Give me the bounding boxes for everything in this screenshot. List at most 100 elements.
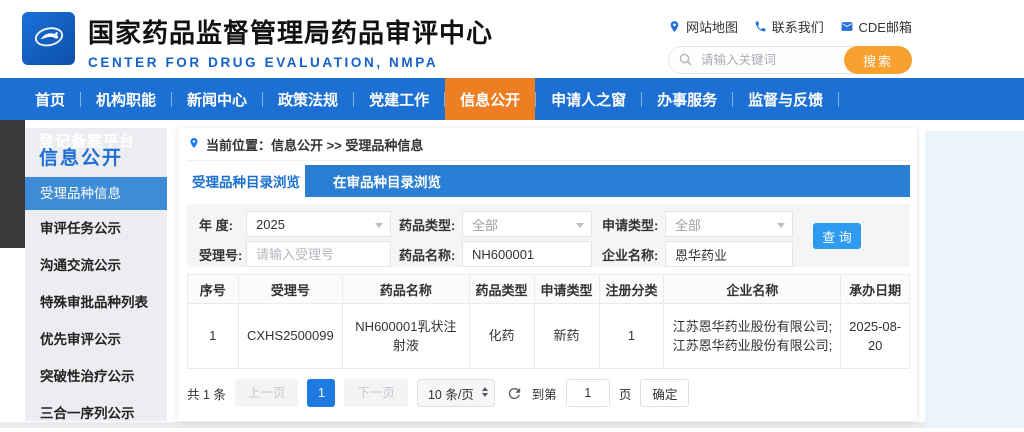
nav-item-services[interactable]: 办事服务: [642, 78, 732, 120]
results-table: 序号 受理号 药品名称 药品类型 申请类型 注册分类 企业名称 承办日期 1 C…: [187, 274, 910, 369]
nav-item-home[interactable]: 首页: [20, 78, 80, 120]
sidebar: 登记备案平台 信息公开 受理品种信息 审评任务公示 沟通交流公示 特殊审批品种列…: [25, 128, 167, 421]
right-background: [925, 131, 1024, 428]
chevron-down-icon: [375, 223, 383, 228]
mail-icon: [840, 20, 854, 33]
tab-bar: 受理品种目录浏览 在审品种目录浏览: [187, 165, 910, 197]
sidebar-item-review-tasks[interactable]: 审评任务公示: [25, 210, 167, 247]
cell-reg-class: 1: [598, 303, 665, 369]
nav-item-applicant-window[interactable]: 申请人之窗: [536, 78, 641, 120]
sitemap-link[interactable]: 网站地图: [668, 17, 738, 36]
breadcrumb: 当前位置：信息公开 >> 受理品种信息: [187, 128, 910, 161]
sidebar-menu: 受理品种信息 审评任务公示 沟通交流公示 特殊审批品种列表 优先审评公示 突破性…: [25, 177, 167, 432]
drug-name-input[interactable]: [462, 241, 592, 267]
accept-no-input[interactable]: [246, 241, 391, 267]
year-label: 年 度:: [199, 217, 233, 233]
page-number-1[interactable]: 1: [307, 379, 336, 407]
goto-label: 到第: [531, 387, 557, 402]
col-header-accept-no: 受理号: [237, 274, 344, 304]
nav-separator: [838, 91, 840, 107]
sitemap-label: 网站地图: [686, 20, 739, 35]
drug-type-label: 药品类型:: [399, 217, 456, 233]
site-header: 国家药品监督管理局药品审评中心 CENTER FOR DRUG EVALUATI…: [0, 0, 1024, 78]
total-count: 共 1 条: [187, 387, 226, 402]
filter-panel: 年 度: 2025 药品类型: 全部 申请类型: 全部 受理号: 请输入受理号 …: [187, 204, 910, 267]
breadcrumb-pin-icon: [188, 137, 200, 152]
nav-item-party[interactable]: 党建工作: [354, 78, 444, 120]
cell-drug-type: 化药: [468, 303, 535, 369]
site-title: 国家药品监督管理局药品审评中心: [88, 18, 494, 48]
table-row: 1 CXHS2500099 NH600001乳状注射液 化药 新药 1 江苏恩华…: [187, 303, 910, 369]
chevron-down-icon: [576, 223, 584, 228]
accept-no-label: 受理号:: [199, 247, 243, 263]
sidebar-item-accepted-varieties[interactable]: 受理品种信息: [25, 177, 167, 210]
tab-accepted-catalog[interactable]: 受理品种目录浏览: [187, 165, 305, 197]
company-label: 企业名称:: [602, 247, 659, 263]
left-dark-strip: [0, 120, 25, 248]
page-size-select[interactable]: 10 条/页: [416, 379, 495, 407]
year-select[interactable]: 2025: [246, 211, 391, 237]
contact-label: 联系我们: [771, 20, 824, 35]
sidebar-item-special-approval[interactable]: 特殊审批品种列表: [25, 284, 167, 321]
tab-under-review-catalog[interactable]: 在审品种目录浏览: [305, 165, 469, 197]
apply-type-select[interactable]: 全部: [665, 211, 793, 237]
drug-name-label: 药品名称:: [399, 247, 456, 263]
header-links: 网站地图 联系我们 CDE邮箱: [668, 17, 912, 36]
company-input[interactable]: [665, 241, 793, 267]
year-value: 2025: [256, 216, 285, 232]
table-header-row: 序号 受理号 药品名称 药品类型 申请类型 注册分类 企业名称 承办日期: [187, 274, 910, 304]
cde-mail-label: CDE邮箱: [858, 20, 912, 35]
cde-logo[interactable]: [22, 12, 75, 65]
next-page-button[interactable]: 下一页: [344, 379, 408, 407]
refresh-icon[interactable]: [506, 385, 523, 402]
updown-arrows-icon: [481, 387, 488, 397]
main-content-card: 当前位置：信息公开 >> 受理品种信息 受理品种目录浏览 在审品种目录浏览 年 …: [178, 128, 917, 421]
goto-page-input[interactable]: [565, 379, 610, 407]
col-header-date: 承办日期: [840, 274, 910, 304]
cell-seq: 1: [187, 303, 239, 369]
sidebar-item-priority-review[interactable]: 优先审评公示: [25, 321, 167, 358]
cell-date: 2025-08-20: [840, 303, 910, 369]
sidebar-overlay-title: 登记备案平台: [39, 133, 136, 150]
phone-icon: [754, 20, 767, 33]
site-subtitle: CENTER FOR DRUG EVALUATION, NMPA: [88, 55, 439, 70]
col-header-drug-name: 药品名称: [342, 274, 470, 304]
col-header-company: 企业名称: [663, 274, 842, 304]
pagination: 共 1 条 上一页 1 下一页 10 条/页 到第 页 确定: [187, 379, 910, 407]
cell-apply-type: 新药: [533, 303, 600, 369]
header-search: 搜索: [668, 46, 912, 74]
query-button[interactable]: 查 询: [813, 223, 861, 249]
cell-drug-name: NH600001乳状注射液: [342, 303, 470, 369]
drug-type-select[interactable]: 全部: [462, 211, 592, 237]
sidebar-item-three-in-one[interactable]: 三合一序列公示: [25, 395, 167, 432]
nav-item-news[interactable]: 新闻中心: [172, 78, 262, 120]
page-size-value: 10 条/页: [427, 387, 474, 402]
chevron-down-icon: [777, 223, 785, 228]
drug-type-value: 全部: [472, 217, 499, 233]
sidebar-item-breakthrough-therapy[interactable]: 突破性治疗公示: [25, 358, 167, 395]
cell-company: 江苏恩华药业股份有限公司;江苏恩华药业股份有限公司;: [663, 303, 842, 369]
col-header-seq: 序号: [187, 274, 239, 304]
cell-accept-no: CXHS2500099: [237, 303, 344, 369]
breadcrumb-text: 当前位置：信息公开 >> 受理品种信息: [206, 137, 424, 153]
apply-type-label: 申请类型:: [602, 217, 659, 233]
col-header-reg-class: 注册分类: [598, 274, 665, 304]
nav-item-functions[interactable]: 机构职能: [81, 78, 171, 120]
sidebar-item-communication[interactable]: 沟通交流公示: [25, 247, 167, 284]
nav-item-policies[interactable]: 政策法规: [263, 78, 353, 120]
search-button[interactable]: 搜索: [844, 46, 912, 74]
page-unit-label: 页: [618, 387, 632, 402]
contact-link[interactable]: 联系我们: [754, 17, 824, 36]
swan-logo-icon: [29, 16, 69, 61]
nav-item-info-disclosure[interactable]: 信息公开: [445, 78, 536, 120]
apply-type-value: 全部: [675, 217, 702, 233]
col-header-apply-type: 申请类型: [533, 274, 600, 304]
confirm-button[interactable]: 确定: [640, 379, 690, 407]
cde-mail-link[interactable]: CDE邮箱: [840, 17, 912, 36]
col-header-drug-type: 药品类型: [468, 274, 535, 304]
prev-page-button[interactable]: 上一页: [234, 379, 299, 407]
search-icon: [678, 52, 693, 72]
nav-item-supervision[interactable]: 监督与反馈: [733, 78, 838, 120]
location-pin-icon: [668, 20, 681, 33]
main-nav: 首页 机构职能 新闻中心 政策法规 党建工作 信息公开 申请人之窗 办事服务 监…: [0, 78, 1024, 120]
